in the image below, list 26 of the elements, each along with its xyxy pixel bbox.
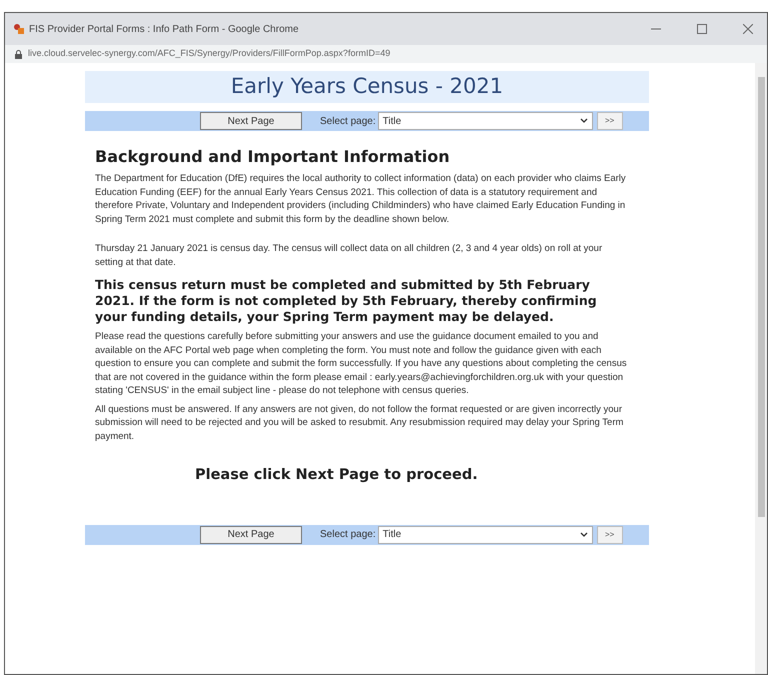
info-paragraph: All questions must be answered. If any answers are not given, do not follow the format requested or are given incorrectly your submission will need to be rejected and you will be asked to resubmit. Any resubmission required may delay your Spring Term payment. — [95, 402, 624, 443]
info-paragraph: Thursday 21 January 2021 is census day. The census will collect data on all children (2, 3 and 4 year olds) on roll at your setting at that date. — [95, 242, 604, 269]
go-button[interactable]: >> — [596, 112, 623, 130]
address-bar[interactable]: live.cloud.servelec-synergy.com/AFC_FIS/Synergy/Providers/FillFormPop.aspx?formID=49 — [5, 45, 767, 63]
close-icon[interactable] — [743, 24, 753, 34]
page-select[interactable]: Title — [378, 112, 593, 130]
proceed-instruction: Please click Next Page to proceed. — [195, 466, 479, 485]
lock-icon — [15, 50, 22, 58]
section-heading: Background and Important Information — [95, 147, 451, 167]
chevron-down-icon — [580, 118, 588, 124]
warning-paragraph: This census return must be completed and submitted by 5th February 2021. If the form is not completed by 5th February, thereby confirming your funding details, your Spring Term payment may be delayed. — [95, 277, 598, 325]
go-button[interactable]: >> — [596, 526, 623, 544]
next-page-button[interactable]: Next Page — [200, 526, 302, 544]
select-page-label: Select page: — [320, 528, 376, 542]
chevron-down-icon — [580, 532, 588, 538]
info-paragraph: The Department for Education (DfE) requires the local authority to collect information (data) on each provider who claims Early Education Funding (EEF) for the annual Early Years Census 2021. This collection of data is a statutory requirement and therefore Private, Voluntary and Independent providers (including Childminders) who have claimed Early Education Funding in Spring Term 2021 must complete and submit this form by the deadline shown below. — [95, 172, 627, 226]
info-paragraph: Please read the questions carefully before submitting your answers and use the guidance document emailed to you and available on the AFC Portal web page when completing the form. You must note and follow the guidance given with each question to ensure you can complete and submit the form successfully. If you have any questions about completing the census that are not covered in the guidance within the form please email : early.years@achievingforchildren.org.uk with your question stating 'CENSUS' in the email subject line - please do not telephone with census queries. — [95, 330, 628, 398]
app-icon — [13, 23, 25, 35]
next-page-button[interactable]: Next Page — [200, 112, 302, 130]
window-title: FIS Provider Portal Forms : Info Path Form - Google Chrome — [29, 22, 300, 36]
page-select[interactable]: Title — [378, 526, 593, 544]
url-text: live.cloud.servelec-synergy.com/AFC_FIS/Synergy/Providers/FillFormPop.aspx?formID=49 — [28, 47, 390, 60]
form-title: Early Years Census - 2021 — [230, 73, 504, 100]
maximize-icon[interactable] — [697, 24, 707, 34]
scrollbar[interactable] — [755, 63, 767, 674]
select-page-label: Select page: — [320, 114, 376, 128]
